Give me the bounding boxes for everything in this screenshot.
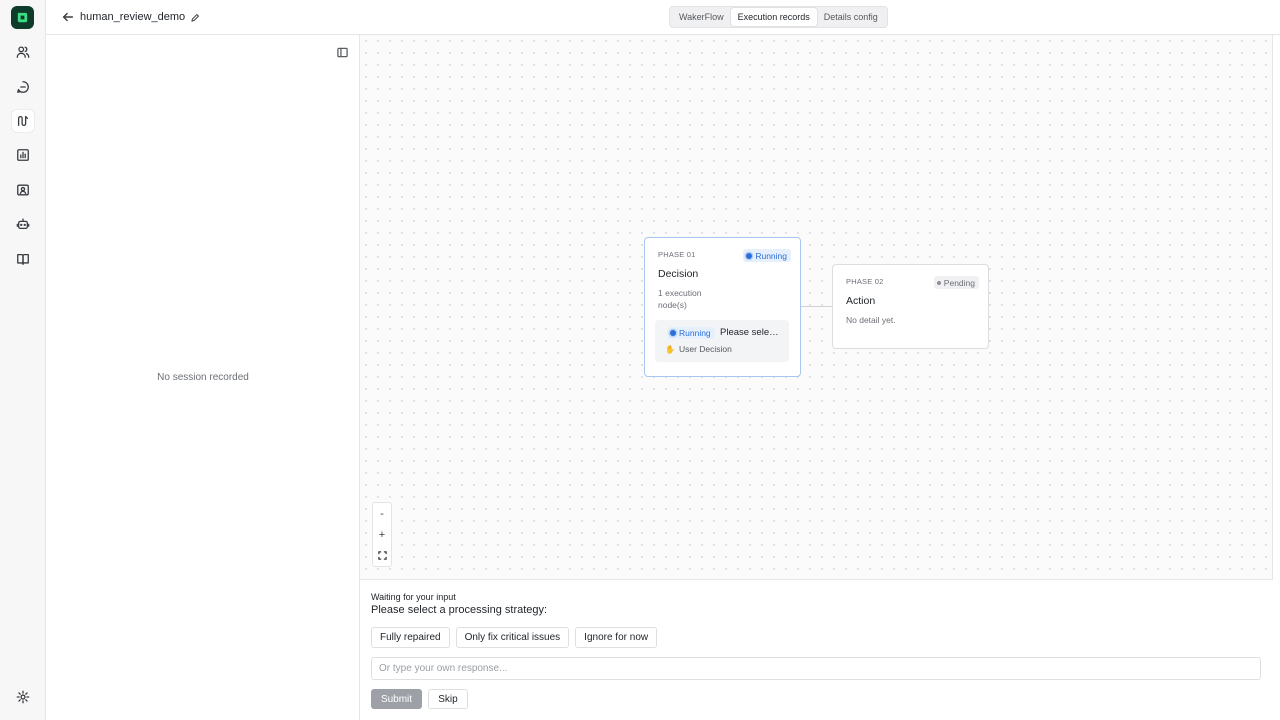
user-input-panel: Waiting for your input Please select a p… <box>360 579 1273 720</box>
submit-button[interactable]: Submit <box>371 689 422 709</box>
phase-subtitle: No detail yet. <box>846 315 896 325</box>
pending-dot-icon <box>936 280 941 285</box>
option-fix-critical-button[interactable]: Only fix critical issues <box>455 627 570 648</box>
waiting-label: Waiting for your input <box>371 592 456 602</box>
response-input[interactable] <box>371 657 1261 680</box>
top-header: human_review_demo WakerFlow Execution re… <box>46 0 1280 35</box>
sidebar-item-workflow[interactable] <box>12 110 34 132</box>
users-icon <box>16 46 30 58</box>
collapse-panel-button[interactable] <box>337 47 348 58</box>
sidebar-item-contacts[interactable] <box>12 179 34 201</box>
sidebar-item-chat[interactable] <box>12 76 34 98</box>
page-title: human_review_demo <box>80 11 186 23</box>
option-fully-repaired-button[interactable]: Fully repaired <box>371 627 450 648</box>
running-dot-icon <box>746 252 753 259</box>
task-text: Please select a processing strategy: <box>720 327 782 338</box>
left-rail <box>0 0 46 720</box>
tab-details-config[interactable]: Details config <box>817 8 885 26</box>
status-badge: Pending <box>933 276 979 289</box>
status-text: Pending <box>943 277 975 288</box>
tab-execution-records[interactable]: Execution records <box>730 8 817 26</box>
skip-button[interactable]: Skip <box>428 689 468 709</box>
fit-view-button[interactable] <box>373 545 391 566</box>
gear-icon <box>16 690 30 704</box>
phase-subtitle: 1 execution node(s) <box>658 288 702 310</box>
zoom-controls: - + <box>372 502 392 567</box>
option-buttons: Fully repaired Only fix critical issues … <box>371 627 658 648</box>
task-type: ✋ User Decision <box>665 344 732 354</box>
sessions-panel: No session recorded <box>46 35 360 720</box>
sidebar-item-docs[interactable] <box>12 248 34 270</box>
folder-user-icon <box>17 184 29 196</box>
running-dot-icon <box>670 330 676 336</box>
status-badge: Running <box>743 249 791 262</box>
task-status-text: Running <box>679 328 711 338</box>
sidebar-toggle-icon <box>337 47 348 58</box>
fit-view-icon <box>377 551 387 560</box>
workflow-icon <box>17 115 29 127</box>
question-text: Please select a processing strategy: <box>371 604 548 616</box>
phase-label: PHASE 01 <box>658 250 696 259</box>
app-logo[interactable] <box>11 6 34 29</box>
book-icon <box>17 253 29 265</box>
sidebar-item-agents[interactable] <box>12 213 34 235</box>
execution-node[interactable]: Running Please select a processing strat… <box>655 320 789 362</box>
empty-sessions-text: No session recorded <box>157 372 249 383</box>
phase-node-action[interactable]: PHASE 02 Pending Action No detail yet. <box>832 264 989 349</box>
back-button[interactable] <box>61 10 75 24</box>
chart-icon <box>17 149 29 161</box>
sidebar-item-users[interactable] <box>12 41 34 63</box>
option-ignore-button[interactable]: Ignore for now <box>575 627 658 648</box>
view-tabs: WakerFlow Execution records Details conf… <box>669 6 888 28</box>
phase-node-decision[interactable]: PHASE 01 Running Decision 1 execution no… <box>644 237 801 377</box>
arrow-left-icon <box>62 12 74 22</box>
tab-wakerflow[interactable]: WakerFlow <box>672 8 731 26</box>
status-text: Running <box>755 250 787 261</box>
sidebar-item-settings[interactable] <box>12 686 34 708</box>
edit-title-button[interactable] <box>190 12 200 22</box>
phase-title: Decision <box>658 268 699 280</box>
zoom-in-button[interactable]: + <box>373 524 391 545</box>
workflow-canvas[interactable]: PHASE 01 Running Decision 1 execution no… <box>360 35 1273 579</box>
phase-connector <box>800 306 832 307</box>
logo-icon <box>17 12 28 23</box>
hand-icon: ✋ <box>665 344 675 354</box>
task-status-badge: Running <box>667 327 715 339</box>
bot-icon <box>16 218 30 230</box>
zoom-out-button[interactable]: - <box>373 503 391 524</box>
chat-icon <box>17 81 29 93</box>
phase-label: PHASE 02 <box>846 277 884 286</box>
sidebar-item-analytics[interactable] <box>12 144 34 166</box>
pencil-icon <box>191 14 199 22</box>
task-type-label: User Decision <box>678 344 732 354</box>
phase-title: Action <box>846 295 876 307</box>
